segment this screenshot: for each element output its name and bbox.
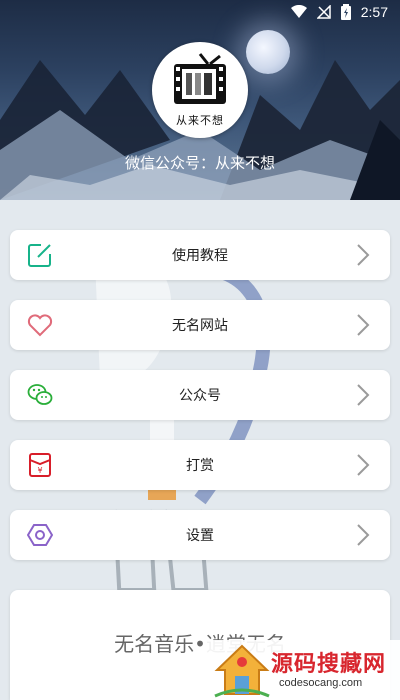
menu-item-label: 使用教程 xyxy=(172,248,228,264)
menu-item-settings[interactable]: 设置 xyxy=(10,510,390,560)
menu-item-donate[interactable]: ¥ 打赏 xyxy=(10,440,390,490)
avatar-caption: 从来不想 xyxy=(176,114,224,127)
menu-item-tutorial[interactable]: 使用教程 xyxy=(10,230,390,280)
menu-item-label: 打赏 xyxy=(186,458,214,474)
status-time: 2:57 xyxy=(360,4,388,20)
watermark-url: codesocang.com xyxy=(279,677,363,689)
menu-item-website[interactable]: 无名网站 xyxy=(10,300,390,350)
wifi-icon xyxy=(290,5,307,19)
wechat-account-subtitle: 微信公众号：从来不想 xyxy=(124,154,275,172)
status-bar: 2:57 xyxy=(0,0,400,24)
profile-header: 2:57 从来不想 微信公众号：从来不想 xyxy=(0,0,400,200)
no-signal-icon xyxy=(316,5,331,19)
menu-item-label: 无名网站 xyxy=(172,318,228,334)
chevron-right-icon xyxy=(357,524,370,546)
avatar[interactable]: 从来不想 xyxy=(152,42,248,138)
battery-charging-icon xyxy=(340,4,351,20)
tv-logo-icon xyxy=(174,53,226,104)
house-logo-icon xyxy=(214,644,270,698)
menu-item-label: 设置 xyxy=(186,528,214,544)
menu-item-official-account[interactable]: 公众号 xyxy=(10,370,390,420)
menu-item-label: 公众号 xyxy=(179,388,221,404)
chevron-right-icon xyxy=(357,454,370,476)
chevron-right-icon xyxy=(357,314,370,336)
watermark-title: 源码搜藏网 xyxy=(271,652,387,677)
watermark: 源码搜藏网 codesocang.com xyxy=(205,640,400,700)
chevron-right-icon xyxy=(357,244,370,266)
chevron-right-icon xyxy=(357,384,370,406)
